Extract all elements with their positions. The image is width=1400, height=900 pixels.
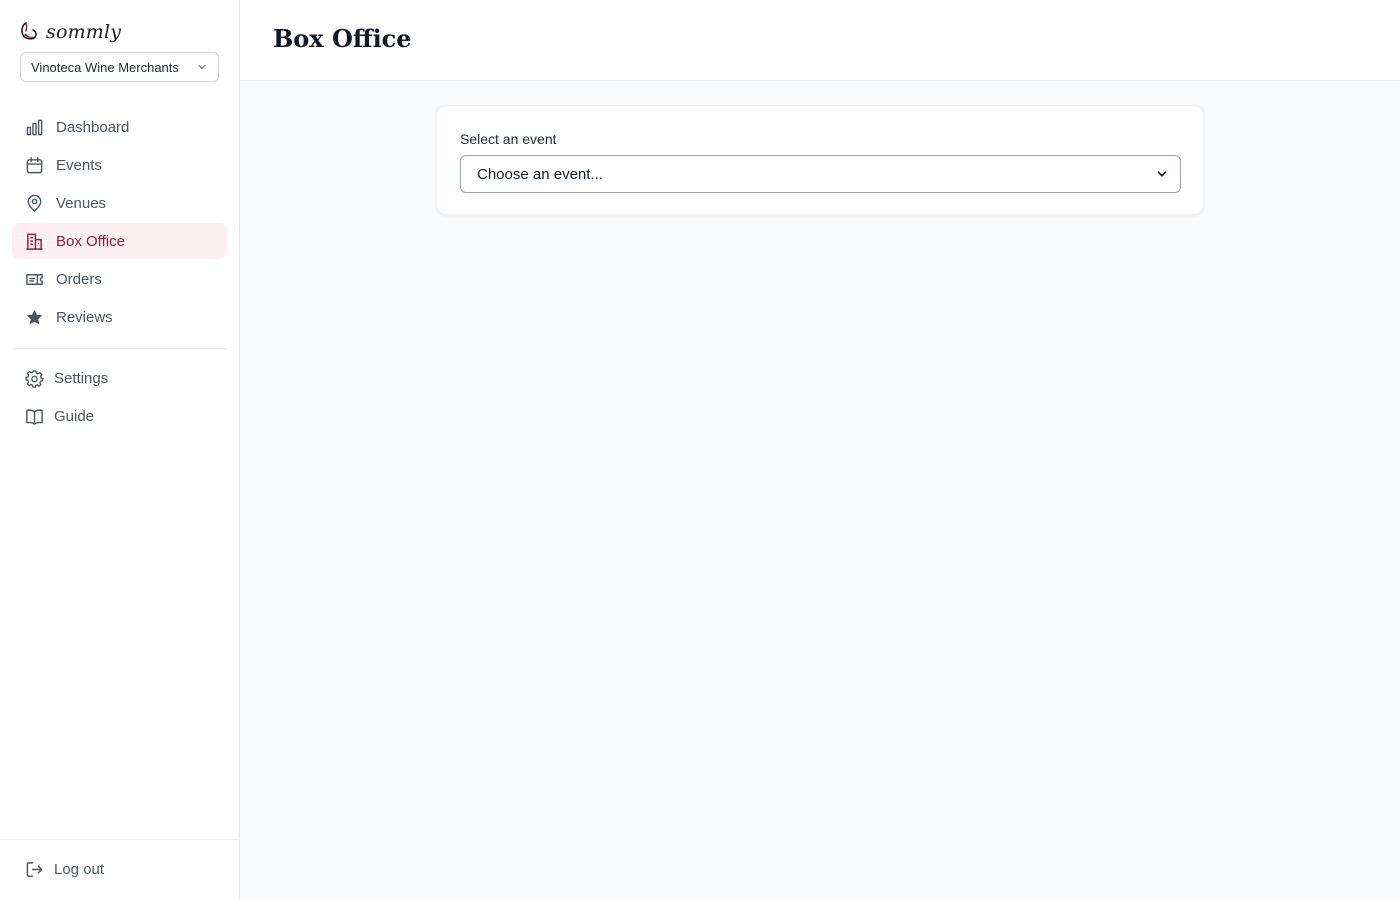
- ticket-icon: [24, 269, 44, 289]
- event-select-label: Select an event: [460, 131, 557, 147]
- primary-nav: Dashboard Events Venues Box Office Order…: [12, 109, 227, 337]
- brand-logo[interactable]: sommly: [20, 18, 121, 46]
- nav-item-label: Settings: [54, 369, 109, 387]
- footer-divider: [0, 839, 239, 840]
- nav-item-events[interactable]: Events: [12, 147, 227, 183]
- nav-item-label: Events: [56, 156, 102, 174]
- nav-item-label: Venues: [56, 194, 107, 212]
- event-select-dropdown[interactable]: Choose an event...: [460, 155, 1181, 193]
- bar-chart-icon: [24, 117, 44, 137]
- map-pin-icon: [24, 193, 44, 213]
- chevron-down-icon: [1157, 171, 1167, 177]
- log-out-icon: [24, 859, 44, 879]
- nav-item-reviews[interactable]: Reviews: [12, 299, 227, 335]
- brand-name: sommly: [46, 21, 122, 43]
- chevron-down-icon: [198, 64, 206, 70]
- event-select-value: Choose an event...: [477, 165, 603, 183]
- logout-label: Log out: [54, 860, 105, 878]
- nav-item-label: Reviews: [56, 308, 113, 326]
- star-icon: [24, 307, 44, 327]
- organization-switcher[interactable]: Vinoteca Wine Merchants: [20, 52, 219, 82]
- nav-item-label: Orders: [56, 270, 102, 288]
- building-icon: [24, 231, 44, 251]
- logout-button[interactable]: Log out: [12, 851, 227, 887]
- book-icon: [24, 406, 44, 426]
- nav-item-dashboard[interactable]: Dashboard: [12, 109, 227, 145]
- calendar-icon: [24, 155, 44, 175]
- nav-item-label: Guide: [54, 407, 95, 425]
- secondary-nav: Settings Guide: [12, 360, 227, 436]
- gear-icon: [24, 368, 44, 388]
- organization-name: Vinoteca Wine Merchants: [31, 59, 179, 75]
- nav-item-box-office[interactable]: Box Office: [12, 223, 227, 259]
- nav-item-label: Dashboard: [56, 118, 130, 136]
- wine-glass-icon: [21, 22, 37, 40]
- nav-item-orders[interactable]: Orders: [12, 261, 227, 297]
- page-header: Box Office: [240, 0, 1400, 81]
- nav-item-guide[interactable]: Guide: [12, 398, 227, 434]
- event-select-card: Select an event Choose an event...: [436, 105, 1204, 215]
- nav-item-label: Box Office: [56, 232, 125, 250]
- logout-area: Log out: [12, 851, 227, 889]
- nav-divider: [12, 348, 227, 349]
- nav-item-venues[interactable]: Venues: [12, 185, 227, 221]
- nav-item-settings[interactable]: Settings: [12, 360, 227, 396]
- page-title: Box Office: [273, 24, 412, 53]
- sidebar: sommly Vinoteca Wine Merchants Dashboard…: [0, 0, 240, 900]
